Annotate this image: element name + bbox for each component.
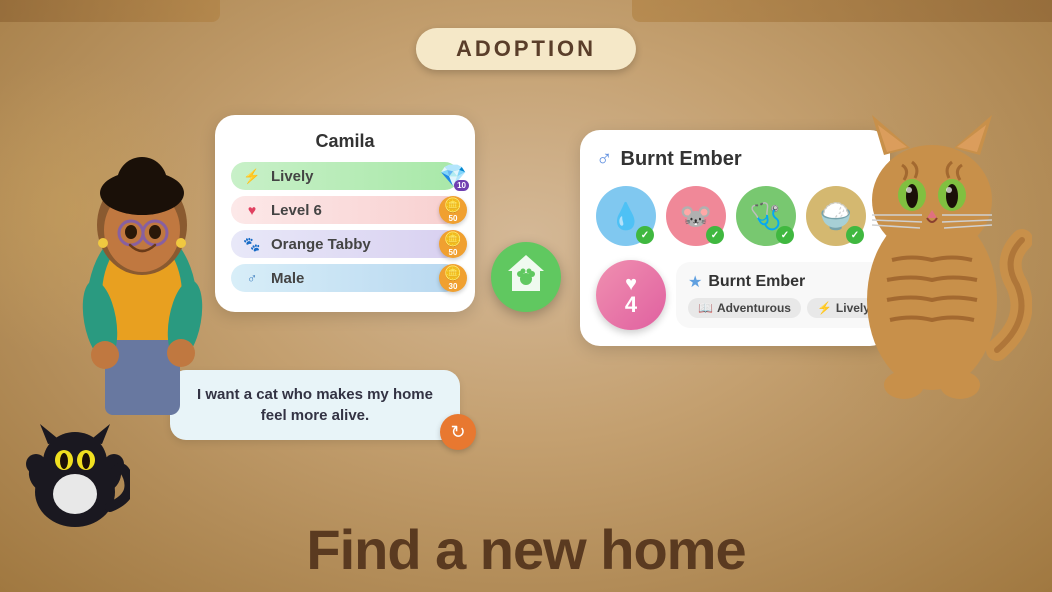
stat-bar-tabby: 🐾 Orange Tabby 🪙 50: [231, 230, 459, 258]
stat-bar-lively: ⚡ Lively 💎 10: [231, 162, 459, 190]
male-label: Male: [271, 270, 304, 287]
match-number: 4: [625, 294, 637, 316]
top-strip-left: [0, 0, 220, 22]
camila-character: [55, 85, 230, 415]
stat-bar-level: ♥ Level 6 🪙 50: [231, 196, 459, 224]
match-star-icon: ★: [688, 272, 702, 292]
tabby-coin-cost: 🪙 50: [439, 230, 467, 258]
black-cat-decoration: [20, 422, 130, 532]
match-heart: ♥ 4: [596, 260, 666, 330]
trait-check-health: ✓: [776, 226, 794, 244]
stat-row-male: ♂ Male 🪙 30: [231, 264, 459, 292]
match-cat-name: Burnt Ember: [708, 273, 805, 291]
refresh-button[interactable]: ↻: [440, 414, 476, 450]
camila-card: Camila ⚡ Lively 💎 10 ♥ Level 6 🪙 50 🐾 Or…: [215, 115, 475, 312]
stat-row-level: ♥ Level 6 🪙 50: [231, 196, 459, 224]
tabby-icon: 🐾: [241, 233, 263, 255]
stat-row-lively: ⚡ Lively 💎 10: [231, 162, 459, 190]
trait-tag-adventurous: 📖 Adventurous: [688, 298, 801, 318]
lively-icon: ⚡: [241, 165, 263, 187]
lively-gem-cost: 💎 10: [440, 163, 467, 189]
heart-symbol-icon: ♥: [625, 274, 637, 294]
adventurous-label: Adventurous: [717, 301, 791, 315]
level-label: Level 6: [271, 202, 322, 219]
cat-name: Burnt Ember: [621, 148, 742, 171]
adoption-banner: ADOPTION: [416, 28, 636, 70]
trait-water: 💧 ✓: [596, 186, 656, 246]
level-icon: ♥: [241, 199, 263, 221]
stat-row-tabby: 🐾 Orange Tabby 🪙 50: [231, 230, 459, 258]
level-coin-cost: 🪙 50: [439, 196, 467, 224]
cat-figure: [832, 100, 1032, 410]
adopt-button[interactable]: [491, 242, 561, 312]
house-icon: [504, 251, 548, 303]
trait-check-rodent: ✓: [706, 226, 724, 244]
adoption-title: ADOPTION: [456, 36, 596, 61]
male-coin-cost: 🪙 30: [439, 264, 467, 292]
lightning-icon: ⚡: [817, 301, 832, 315]
trait-rodent: 🐭 ✓: [666, 186, 726, 246]
cat-gender-icon: ♂: [596, 146, 613, 172]
trait-health: 🩺 ✓: [736, 186, 796, 246]
lively-label: Lively: [271, 168, 314, 185]
top-strip-right: [632, 0, 1052, 22]
bottom-title: Find a new home: [0, 517, 1052, 582]
book-icon: 📖: [698, 301, 713, 315]
tabby-label: Orange Tabby: [271, 236, 371, 253]
stat-bar-male: ♂ Male 🪙 30: [231, 264, 459, 292]
camila-name: Camila: [231, 131, 459, 152]
male-icon: ♂: [241, 267, 263, 289]
trait-check-water: ✓: [636, 226, 654, 244]
